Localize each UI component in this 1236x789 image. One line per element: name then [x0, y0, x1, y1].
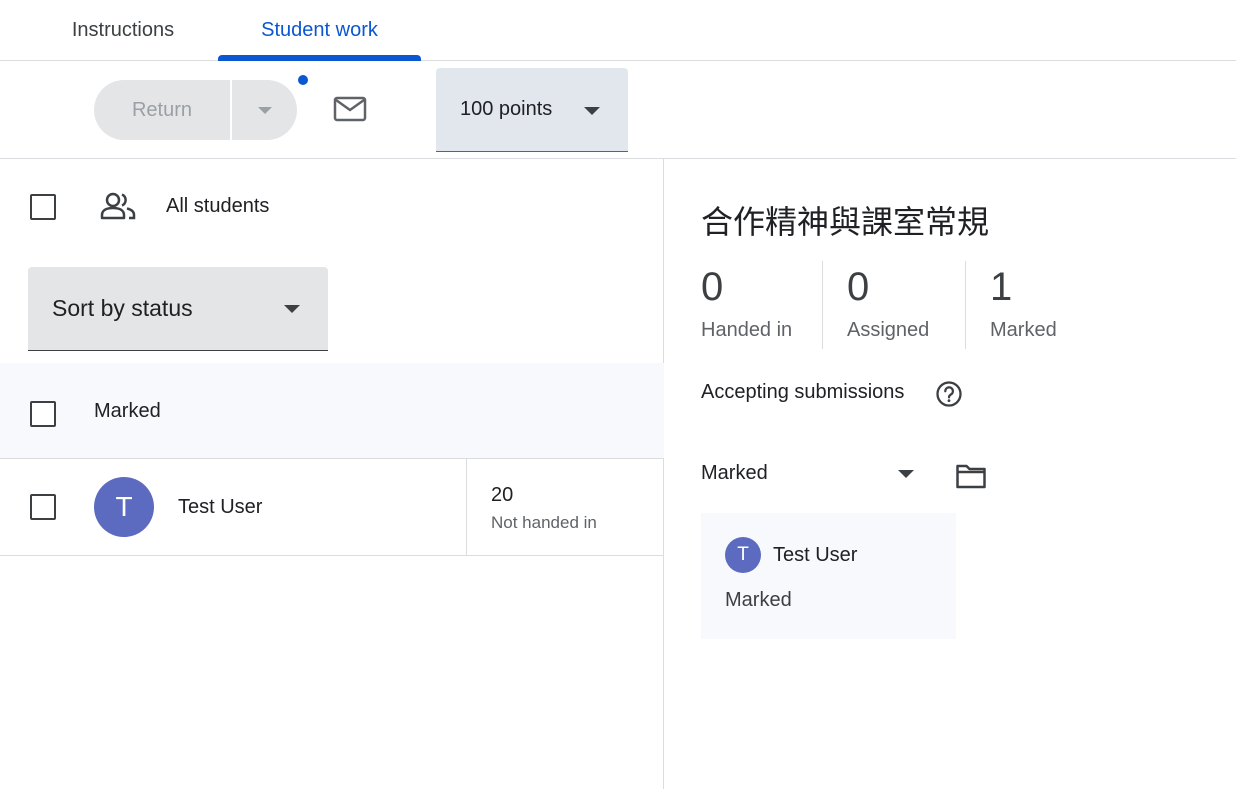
group-label: Marked	[94, 400, 161, 422]
stat-value: 1	[990, 265, 1013, 309]
stat-value: 0	[701, 265, 724, 309]
avatar: T	[94, 477, 154, 537]
stat-label: Handed in	[701, 319, 793, 341]
stat-label: Assigned	[847, 319, 930, 341]
sort-select-value: Sort by status	[52, 295, 193, 321]
student-card-name: Test User	[773, 544, 858, 566]
return-split-button: Return	[94, 80, 297, 140]
tab-instructions-label: Instructions	[71, 18, 175, 41]
help-icon[interactable]	[935, 380, 963, 408]
assignment-title: 合作精神與課室常規	[701, 203, 990, 241]
submission-stats: 0 Handed in 0 Assigned 1 Marked	[701, 261, 1085, 349]
table-row[interactable]: T Test User 20 Not handed in	[0, 459, 664, 556]
chevron-down-icon	[584, 107, 600, 115]
return-button[interactable]: Return	[94, 80, 232, 140]
tab-student-work-label: Student work	[261, 18, 378, 41]
avatar: T	[725, 537, 761, 573]
group-header-marked: Marked	[0, 363, 664, 459]
submission-status: Not handed in	[491, 513, 597, 532]
chevron-down-icon	[257, 106, 272, 114]
points-select[interactable]: 100 points	[436, 68, 628, 152]
notification-dot	[298, 75, 308, 85]
student-name: Test User	[178, 496, 263, 518]
all-students-label: All students	[166, 195, 270, 217]
accepting-submissions-label: Accepting submissions	[701, 381, 905, 403]
points-value: 100 points	[460, 98, 553, 120]
folder-icon[interactable]	[955, 462, 987, 490]
student-card[interactable]: T Test User Marked	[701, 513, 956, 639]
stat-handed-in[interactable]: 0 Handed in	[701, 261, 822, 349]
stat-label: Marked	[990, 319, 1057, 341]
grade-cell[interactable]: 20 Not handed in	[466, 459, 664, 555]
filter-select[interactable]: Marked	[701, 462, 768, 485]
mail-icon[interactable]	[333, 95, 367, 123]
assignment-overview-pane: 合作精神與課室常規 0 Handed in 0 Assigned 1 Marke…	[665, 159, 1236, 789]
select-all-checkbox[interactable]	[30, 194, 56, 220]
sort-select[interactable]: Sort by status	[28, 267, 328, 351]
toolbar: Return 100 points	[0, 61, 1236, 159]
all-students-row: All students	[0, 159, 664, 255]
stat-marked[interactable]: 1 Marked	[965, 261, 1085, 349]
grade-value: 20	[491, 484, 514, 506]
tab-student-work[interactable]: Student work	[218, 0, 421, 61]
student-checkbox[interactable]	[30, 494, 56, 520]
tab-bar: Instructions Student work	[0, 0, 1236, 61]
chevron-down-icon	[284, 305, 300, 313]
return-options-button[interactable]	[232, 80, 297, 140]
chevron-down-icon[interactable]	[898, 470, 914, 478]
student-list-pane: All students Sort by status Marked T Tes…	[0, 159, 664, 789]
student-card-status: Marked	[725, 589, 792, 611]
tab-instructions[interactable]: Instructions	[28, 0, 218, 60]
stat-assigned[interactable]: 0 Assigned	[822, 261, 965, 349]
stat-value: 0	[847, 265, 870, 309]
select-group-checkbox[interactable]	[30, 401, 56, 427]
people-icon	[100, 192, 136, 220]
